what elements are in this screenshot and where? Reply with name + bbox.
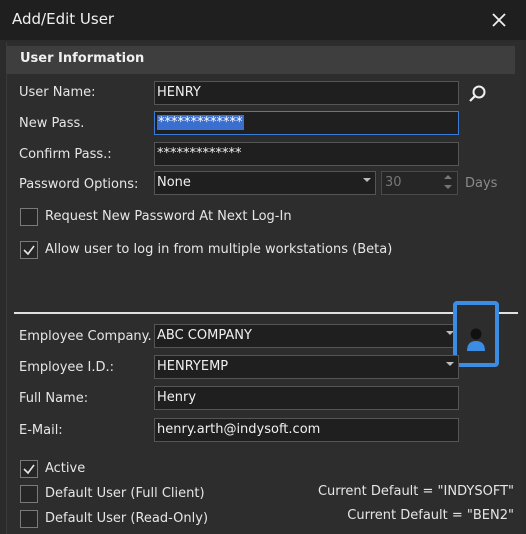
- add-edit-user-dialog: Add/Edit User User Information User Name…: [0, 0, 526, 534]
- confirm-pass-field[interactable]: *************: [154, 142, 459, 166]
- employee-id-label: Employee I.D.:: [19, 360, 115, 375]
- default-read-only-label: Default User (Read-Only): [45, 511, 209, 526]
- close-button[interactable]: [486, 7, 512, 33]
- spin-down-icon[interactable]: [444, 185, 452, 189]
- chevron-down-icon: [446, 362, 454, 366]
- default-full-client-checkbox[interactable]: [20, 485, 38, 503]
- chevron-down-icon: [363, 178, 371, 182]
- days-spinner[interactable]: 30: [381, 171, 458, 195]
- new-pass-value: *************: [157, 115, 244, 130]
- employee-company-select[interactable]: ABC COMPANY: [154, 324, 459, 348]
- spin-up-icon[interactable]: [444, 175, 452, 179]
- search-button[interactable]: [466, 82, 490, 106]
- default-full-client-label: Default User (Full Client): [45, 486, 205, 501]
- checkmark-icon: [23, 464, 35, 475]
- active-checkbox[interactable]: [20, 460, 38, 478]
- confirm-pass-label: Confirm Pass.:: [19, 147, 112, 162]
- employee-company-label: Employee Company.: [19, 329, 152, 344]
- active-label: Active: [45, 461, 86, 476]
- days-value: 30: [385, 175, 402, 190]
- email-label: E-Mail:: [19, 423, 63, 438]
- employee-company-value: ABC COMPANY: [157, 328, 252, 343]
- section-title: User Information: [20, 51, 145, 66]
- request-new-password-checkbox[interactable]: [20, 208, 38, 226]
- user-name-field[interactable]: HENRY: [154, 81, 459, 105]
- section-header: User Information: [6, 46, 515, 74]
- person-icon: [467, 328, 485, 351]
- title-bar: Add/Edit User: [0, 0, 526, 40]
- days-label: Days: [465, 176, 498, 191]
- password-options-value: None: [157, 175, 191, 190]
- multiple-workstations-label: Allow user to log in from multiple works…: [45, 242, 393, 257]
- window-title: Add/Edit User: [12, 10, 115, 28]
- employee-id-value: HENRYEMP: [157, 359, 229, 374]
- email-field[interactable]: henry.arth@indysoft.com: [154, 418, 459, 442]
- multiple-workstations-checkbox[interactable]: [20, 241, 38, 259]
- employee-id-select[interactable]: HENRYEMP: [154, 355, 459, 379]
- full-name-field[interactable]: Henry: [154, 386, 459, 410]
- password-options-select[interactable]: None: [154, 171, 376, 195]
- search-icon: [469, 85, 486, 102]
- read-only-current-default: Current Default = "BEN2": [347, 508, 514, 523]
- section-divider: [14, 312, 518, 314]
- password-options-label: Password Options:: [19, 177, 139, 192]
- new-pass-field[interactable]: *************: [154, 111, 459, 135]
- default-read-only-checkbox[interactable]: [20, 510, 38, 528]
- checkmark-icon: [23, 245, 35, 256]
- user-name-label: User Name:: [19, 85, 96, 100]
- request-new-password-label: Request New Password At Next Log-In: [45, 209, 292, 224]
- full-client-current-default: Current Default = "INDYSOFT": [317, 484, 514, 499]
- close-icon: [492, 13, 506, 27]
- employee-photo-button[interactable]: [453, 301, 499, 367]
- full-name-label: Full Name:: [19, 391, 89, 406]
- new-pass-label: New Pass.: [19, 116, 85, 131]
